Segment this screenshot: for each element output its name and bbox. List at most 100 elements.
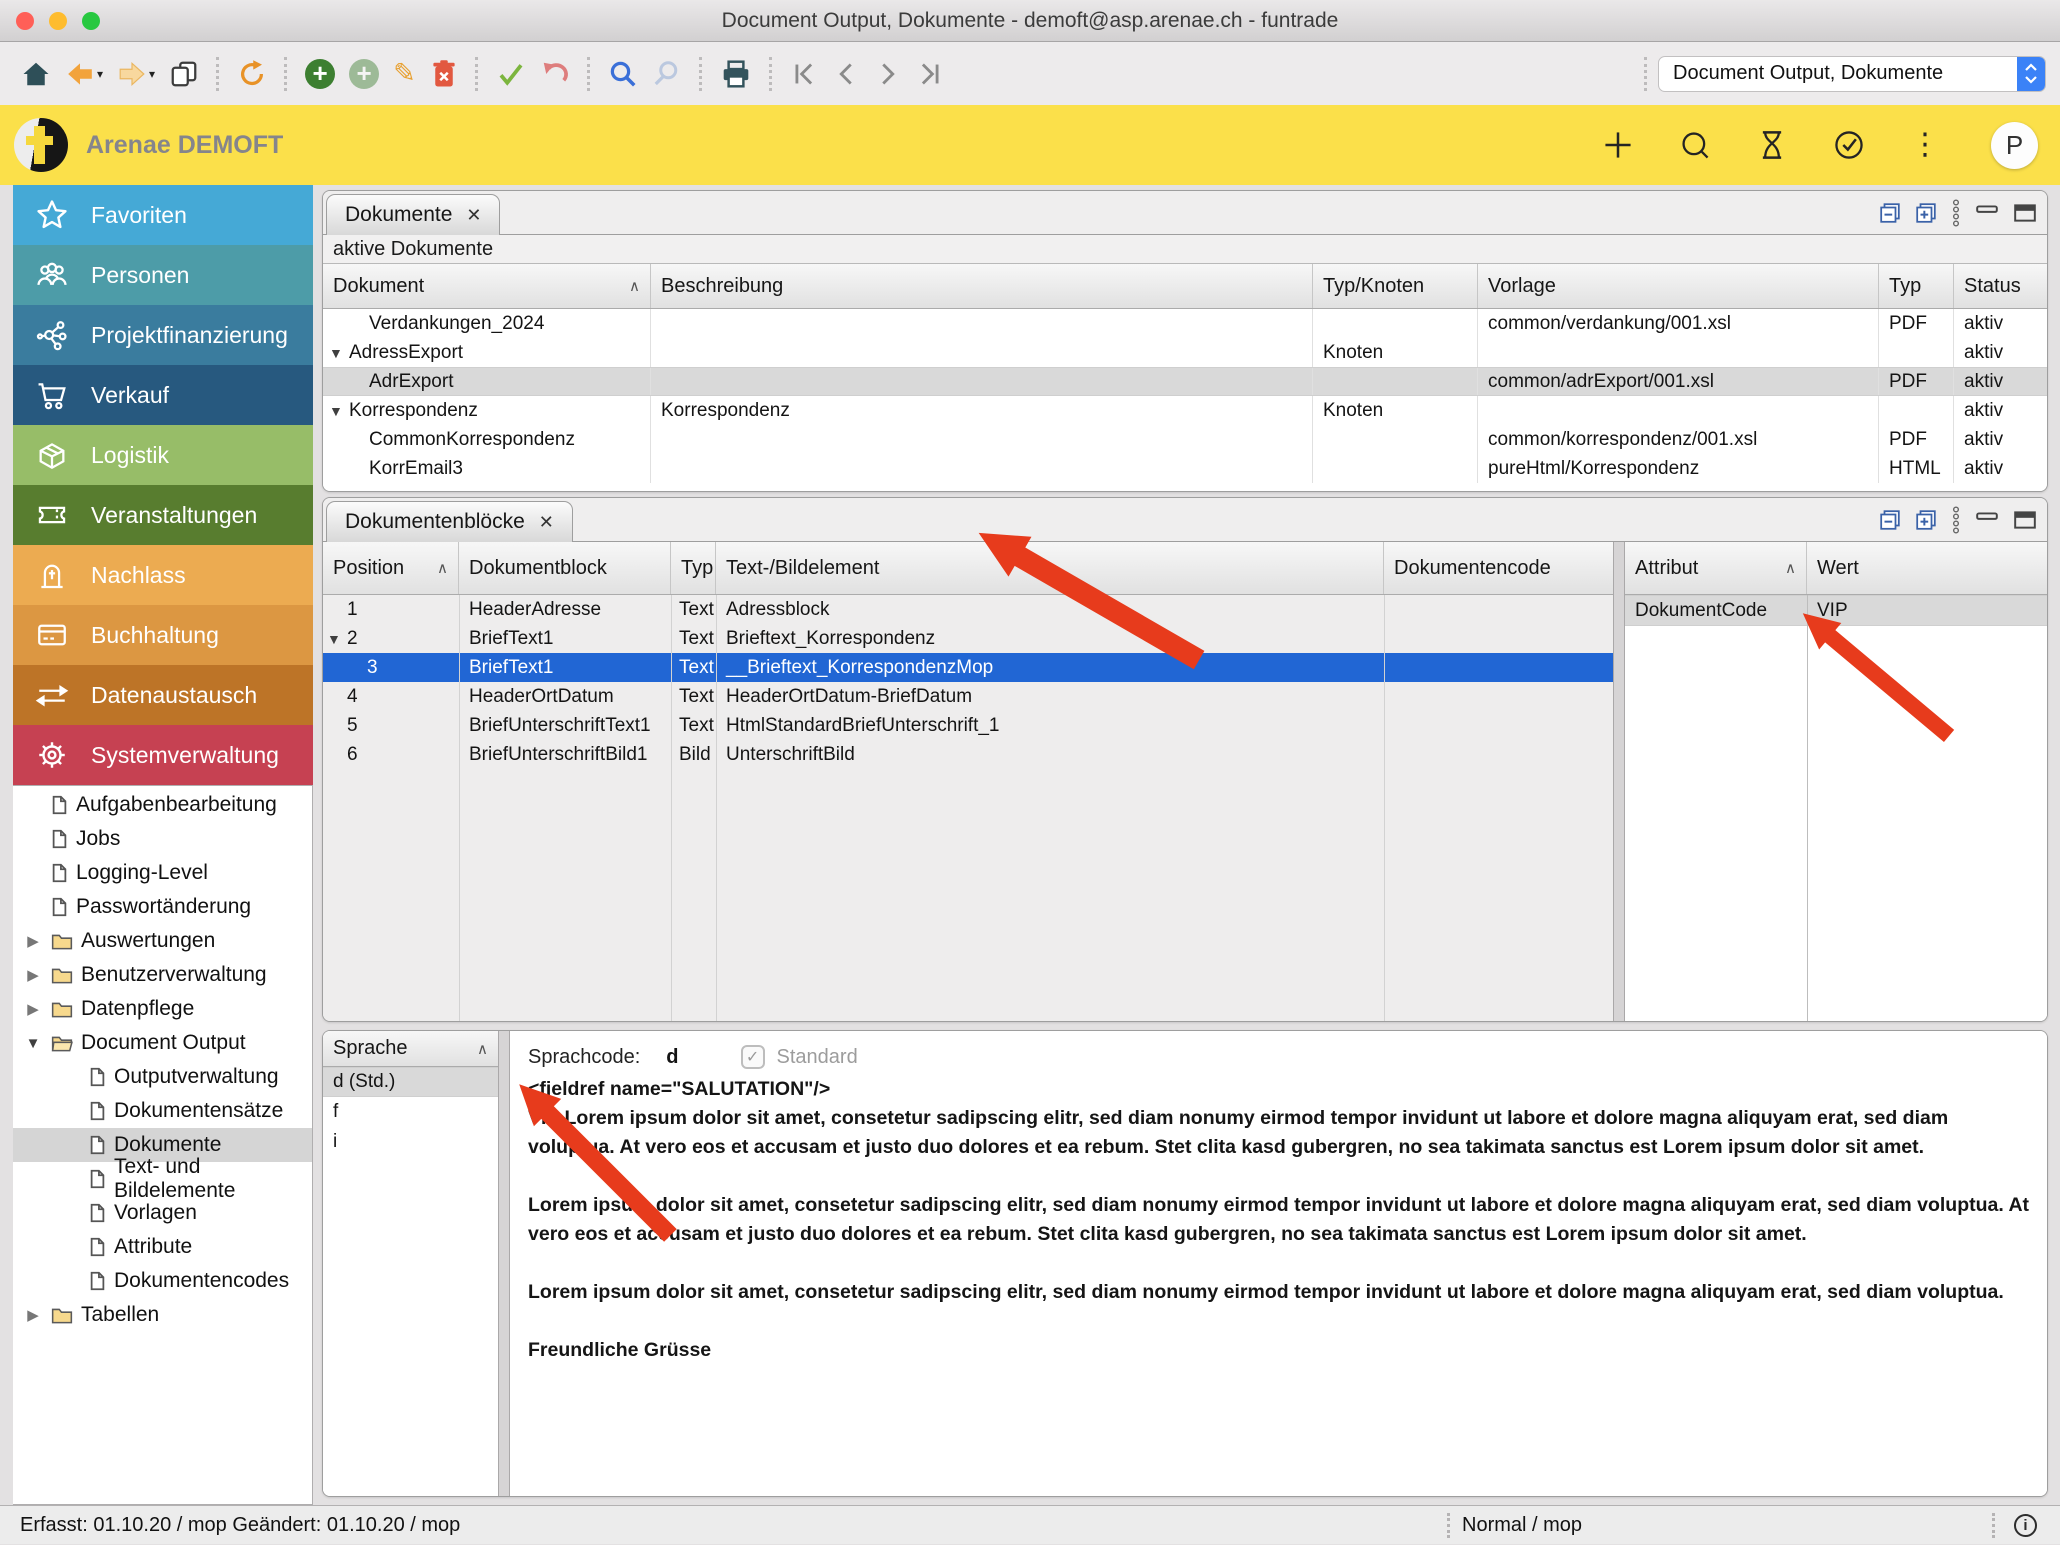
tree-item-text-und-bildelemente[interactable]: Text- und Bildelemente — [13, 1162, 312, 1196]
global-search-icon[interactable] — [1679, 129, 1711, 161]
new-item-icon[interactable] — [1602, 129, 1634, 161]
expander-down-icon[interactable]: ▼ — [327, 631, 347, 647]
expander-down-icon[interactable]: ▼ — [329, 345, 349, 361]
text-element-editor[interactable]: Sprachcode: d ✓ Standard <fieldref name=… — [510, 1031, 2047, 1496]
confirm-icon[interactable] — [489, 52, 533, 96]
sidebar-item-nachlass[interactable]: Nachlass — [13, 545, 313, 605]
table-row[interactable]: ▼2 BriefText1 Text Brieftext_Korresponde… — [323, 624, 1613, 653]
chevron-down-icon[interactable]: ▼ — [23, 1035, 43, 1052]
column-header-typ[interactable]: Typ — [1879, 264, 1954, 308]
sidebar-item-personen[interactable]: Personen — [13, 245, 313, 305]
sidebar-item-buchhaltung[interactable]: Buchhaltung — [13, 605, 313, 665]
column-header-status[interactable]: Status — [1954, 264, 2047, 308]
tree-item-auswertungen[interactable]: ▶ Auswertungen — [13, 924, 312, 958]
previous-record-icon[interactable] — [825, 52, 867, 96]
tree-item-dokumentencodes[interactable]: Dokumentencodes — [13, 1264, 312, 1298]
sidebar-item-verkauf[interactable]: Verkauf — [13, 365, 313, 425]
tree-item-benutzerverwaltung[interactable]: ▶ Benutzerverwaltung — [13, 958, 312, 992]
sidebar-item-logistik[interactable]: Logistik — [13, 425, 313, 485]
context-selector-dropdown[interactable]: Document Output, Dokumente — [1658, 56, 2046, 92]
chevron-right-icon[interactable]: ▶ — [23, 966, 43, 984]
panel-splitter[interactable] — [1613, 542, 1625, 1021]
tree-item-outputverwaltung[interactable]: Outputverwaltung — [13, 1060, 312, 1094]
language-row[interactable]: f — [323, 1097, 498, 1127]
expand-all-icon[interactable] — [1915, 202, 1937, 224]
first-record-icon[interactable] — [783, 52, 825, 96]
minimize-panel-icon[interactable] — [1975, 511, 1999, 529]
language-row-selected[interactable]: d (Std.) — [323, 1067, 498, 1097]
forward-history-caret-icon[interactable]: ▾ — [149, 67, 155, 81]
advanced-search-icon[interactable] — [645, 52, 689, 96]
minimize-panel-icon[interactable] — [1975, 204, 1999, 222]
chevron-right-icon[interactable]: ▶ — [23, 1306, 43, 1324]
tab-dokumente[interactable]: Dokumente ✕ — [326, 194, 500, 235]
column-header-vorlage[interactable]: Vorlage — [1478, 264, 1879, 308]
user-avatar[interactable]: P — [1991, 122, 2038, 169]
maximize-panel-icon[interactable] — [2013, 203, 2037, 223]
column-header-typ[interactable]: Typ — [671, 542, 716, 594]
refresh-icon[interactable] — [230, 52, 274, 96]
table-row[interactable]: 1 HeaderAdresse Text Adressblock — [323, 595, 1613, 624]
back-history-caret-icon[interactable]: ▾ — [97, 67, 103, 81]
table-row[interactable]: ▼Korrespondenz Korrespondenz Knoten akti… — [323, 396, 2047, 425]
sidebar-item-systemverwaltung[interactable]: Systemverwaltung — [13, 725, 313, 785]
duplicate-window-icon[interactable] — [162, 52, 206, 96]
column-header-position[interactable]: Position∧ — [323, 542, 459, 594]
overflow-menu-icon[interactable]: ⋮ — [1910, 130, 1940, 160]
column-header-dokument[interactable]: Dokument∧ — [323, 264, 651, 308]
home-icon[interactable] — [14, 52, 58, 96]
table-row[interactable]: 4 HeaderOrtDatum Text HeaderOrtDatum-Bri… — [323, 682, 1613, 711]
table-row[interactable]: CommonKorrespondenz common/korrespondenz… — [323, 425, 2047, 454]
next-record-icon[interactable] — [867, 52, 909, 96]
column-header-dokumentblock[interactable]: Dokumentblock — [459, 542, 671, 594]
tab-dokumentenbloecke[interactable]: Dokumentenblöcke ✕ — [326, 501, 573, 542]
tree-item-document-output[interactable]: ▼ Document Output — [13, 1026, 312, 1060]
edit-icon[interactable]: ✎ — [386, 52, 423, 96]
column-header-wert[interactable]: Wert — [1807, 542, 2047, 594]
column-header-beschreibung[interactable]: Beschreibung — [651, 264, 1313, 308]
completed-check-circle-icon[interactable] — [1833, 129, 1865, 161]
tree-item-passwortaenderung[interactable]: Passwortänderung — [13, 890, 312, 924]
back-icon[interactable]: ▾ — [58, 52, 110, 96]
maximize-panel-icon[interactable] — [2013, 510, 2037, 530]
tree-item-attribute[interactable]: Attribute — [13, 1230, 312, 1264]
column-header-dokumentencode[interactable]: Dokumentencode — [1384, 542, 1613, 594]
table-row[interactable]: 5 BriefUnterschriftText1 Text HtmlStanda… — [323, 711, 1613, 740]
table-row[interactable]: KorrEmail3 pureHtml/Korrespondenz HTML a… — [323, 454, 2047, 483]
panel-splitter[interactable] — [498, 1031, 510, 1496]
undo-icon[interactable] — [533, 52, 577, 96]
sidebar-item-datenaustausch[interactable]: Datenaustausch — [13, 665, 313, 725]
standard-checkbox[interactable]: ✓ — [741, 1045, 765, 1069]
chevron-right-icon[interactable]: ▶ — [23, 1000, 43, 1018]
table-row[interactable]: Verdankungen_2024 common/verdankung/001.… — [323, 309, 2047, 338]
table-row-selected[interactable]: AdrExport common/adrExport/001.xsl PDF a… — [323, 367, 2047, 396]
column-header-sprache[interactable]: Sprache∧ — [323, 1031, 498, 1066]
tree-item-jobs[interactable]: Jobs — [13, 822, 312, 856]
column-header-typ-knoten[interactable]: Typ/Knoten — [1313, 264, 1478, 308]
column-header-attribut[interactable]: Attribut∧ — [1625, 542, 1807, 594]
language-row[interactable]: i — [323, 1127, 498, 1157]
tree-item-logging-level[interactable]: Logging-Level — [13, 856, 312, 890]
sidebar-item-projektfinanzierung[interactable]: Projektfinanzierung — [13, 305, 313, 365]
add-icon[interactable]: + — [298, 52, 342, 96]
tree-item-aufgabenbearbeitung[interactable]: Aufgabenbearbeitung — [13, 788, 312, 822]
sidebar-item-favoriten[interactable]: Favoriten — [13, 185, 313, 245]
delete-icon[interactable] — [423, 52, 465, 96]
expander-down-icon[interactable]: ▼ — [329, 403, 349, 419]
search-icon[interactable] — [601, 52, 645, 96]
add-copy-icon[interactable]: + — [342, 52, 386, 96]
chevron-right-icon[interactable]: ▶ — [23, 932, 43, 950]
table-row[interactable]: 6 BriefUnterschriftBild1 Bild Unterschri… — [323, 740, 1613, 769]
tree-item-tabellen[interactable]: ▶ Tabellen — [13, 1298, 312, 1332]
pending-tasks-hourglass-icon[interactable] — [1756, 129, 1788, 161]
last-record-icon[interactable] — [909, 52, 951, 96]
sidebar-item-veranstaltungen[interactable]: Veranstaltungen — [13, 485, 313, 545]
forward-icon[interactable]: ▾ — [110, 52, 162, 96]
tree-item-datenpflege[interactable]: ▶ Datenpflege — [13, 992, 312, 1026]
info-icon[interactable]: i — [2014, 1514, 2037, 1537]
table-row-selected[interactable]: 3 BriefText1 Text __Brieftext_Korrespond… — [323, 653, 1613, 682]
collapse-all-icon[interactable] — [1879, 202, 1901, 224]
tree-item-dokumentensaetze[interactable]: Dokumentensätze — [13, 1094, 312, 1128]
close-tab-icon[interactable]: ✕ — [539, 512, 554, 533]
expand-all-icon[interactable] — [1915, 509, 1937, 531]
